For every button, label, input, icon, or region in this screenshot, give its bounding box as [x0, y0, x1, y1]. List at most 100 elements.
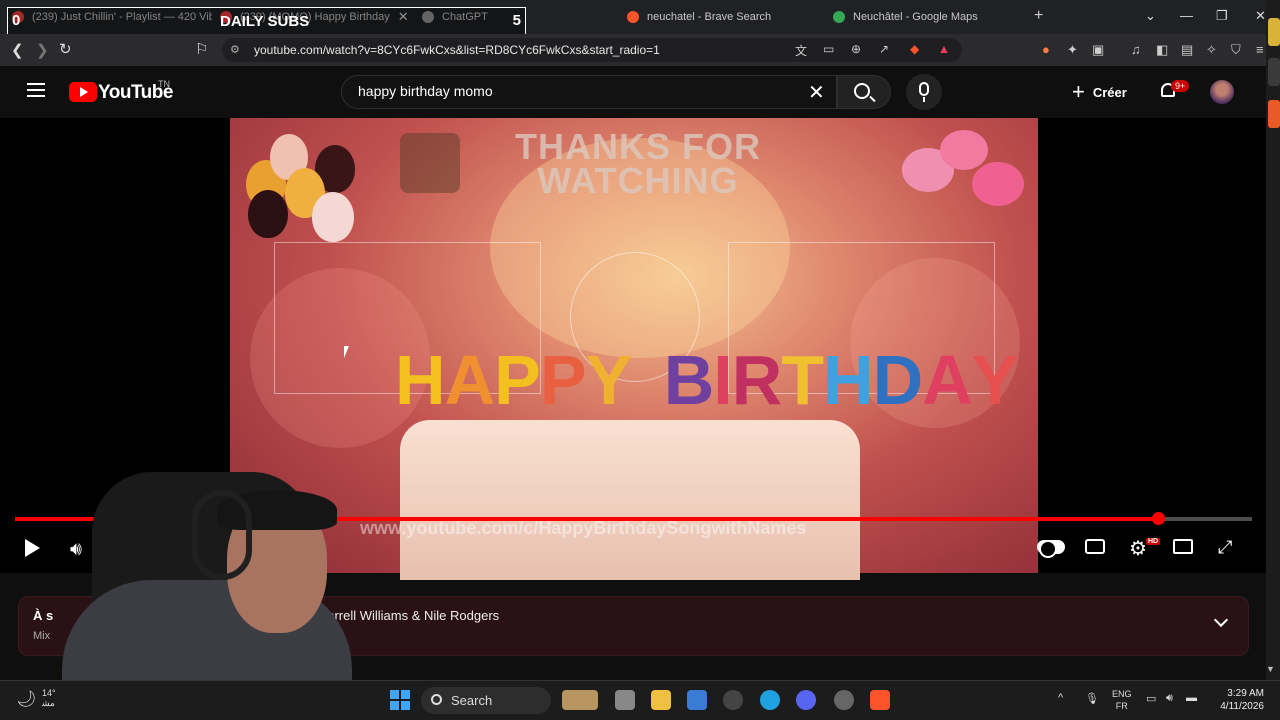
channel-watermark: www.youtube.com/c/HappyBirthdaySongwithN…: [360, 518, 807, 538]
music-note-icon[interactable]: ♫: [1131, 42, 1141, 57]
bookmark-icon[interactable]: ⚐: [195, 40, 208, 58]
url-text: youtube.com/watch?v=8CYc6FwkCxs&list=RD8…: [254, 43, 660, 57]
country-code: TN: [158, 79, 170, 89]
zoom-icon[interactable]: ⊕: [851, 42, 861, 56]
happy-birthday-banner: HAPPY BIRTHDAY: [395, 341, 1018, 419]
scroll-down-arrow-icon[interactable]: ▼: [1266, 664, 1275, 674]
wallet-icon[interactable]: ▤: [1181, 42, 1193, 58]
forward-icon[interactable]: ❯: [36, 41, 49, 59]
translate-icon[interactable]: 文: [795, 42, 807, 59]
search-box[interactable]: [341, 75, 837, 109]
extension-icon[interactable]: ●: [1042, 42, 1050, 57]
clear-search-icon[interactable]: ✕: [808, 80, 825, 105]
widgets-icon[interactable]: [562, 690, 598, 710]
task-view-icon[interactable]: [615, 690, 635, 710]
brave-favicon-icon: [627, 11, 639, 23]
battery-icon[interactable]: ▬: [1186, 692, 1197, 704]
weather-moon-icon[interactable]: 🌙︎: [16, 689, 36, 709]
tab-google-maps[interactable]: Neuchâtel - Google Maps: [833, 4, 1023, 30]
app-icon[interactable]: [723, 690, 743, 710]
windows-start-icon[interactable]: [390, 690, 410, 710]
balloon-decoration: [312, 192, 354, 242]
sidebar-icon[interactable]: ◧: [1156, 42, 1168, 58]
store-icon[interactable]: [687, 690, 707, 710]
network-icon[interactable]: ▭: [1146, 692, 1156, 705]
headset-image: [192, 490, 252, 580]
minimize-icon[interactable]: —: [1180, 8, 1193, 23]
language-indicator[interactable]: ENG FR: [1112, 688, 1132, 712]
sidebar-panel-icon[interactable]: ▣: [1092, 42, 1104, 58]
browser-menu-icon[interactable]: ≡: [1256, 42, 1264, 57]
microphone-icon: [919, 82, 929, 96]
settings-gear-icon[interactable]: ⚙: [1129, 536, 1147, 561]
heart-balloon-decoration: [972, 162, 1024, 206]
tab-list-chevron-icon[interactable]: ⌄: [1145, 8, 1156, 24]
avatar[interactable]: [1210, 80, 1234, 104]
hamburger-menu-icon[interactable]: [27, 83, 45, 97]
weather-temp: 14° ﻣﺸ: [42, 688, 56, 708]
right-count: 5: [512, 12, 521, 29]
voice-search-button[interactable]: [906, 74, 942, 110]
balloon-decoration: [248, 190, 288, 238]
address-bar[interactable]: ⚙ youtube.com/watch?v=8CYc6FwkCxs&list=R…: [222, 38, 962, 62]
tab-title: neuchatel - Brave Search: [647, 11, 772, 23]
leo-ai-icon[interactable]: ✧: [1206, 42, 1217, 58]
side-app-icon[interactable]: [1268, 58, 1280, 86]
site-info-icon[interactable]: ⚙: [230, 43, 240, 56]
scrubber-handle[interactable]: [1151, 512, 1165, 525]
subtitles-icon[interactable]: [1085, 539, 1105, 554]
heart-balloon-decoration: [940, 130, 988, 170]
create-label: Créer: [1092, 84, 1127, 100]
create-button[interactable]: + Créer: [1066, 78, 1140, 106]
back-icon[interactable]: ❮: [11, 41, 24, 59]
webcam-overlay: [62, 450, 352, 690]
tab-brave-search[interactable]: neuchatel - Brave Search: [627, 4, 817, 30]
cast-icon[interactable]: ▭: [823, 42, 834, 56]
microphone-icon[interactable]: 🎙︎: [1085, 692, 1099, 705]
endcard-title: THANKS FOR WATCHING: [515, 126, 761, 201]
file-explorer-icon[interactable]: [651, 690, 671, 710]
play-icon[interactable]: [25, 539, 40, 557]
speaker-icon[interactable]: 🔊︎: [1166, 692, 1173, 705]
notification-badge: 9+: [1171, 80, 1190, 92]
tray-chevron-icon[interactable]: ^: [1058, 692, 1063, 704]
discord-icon[interactable]: [796, 690, 816, 710]
search-icon: [431, 694, 442, 705]
mouse-cursor-icon: [344, 346, 354, 358]
taskbar-search[interactable]: Search: [421, 687, 551, 714]
search-button[interactable]: [837, 75, 891, 109]
cake-image: [400, 420, 860, 580]
share-icon[interactable]: ↗: [879, 42, 889, 56]
app-icon[interactable]: [834, 690, 854, 710]
edge-icon[interactable]: [760, 690, 780, 710]
plus-icon: +: [1072, 79, 1085, 104]
hd-badge: HD: [1146, 538, 1161, 545]
mix-title: À s: [33, 608, 54, 623]
reload-icon[interactable]: ↻: [59, 40, 72, 58]
left-count: 0: [12, 12, 21, 29]
brave-icon[interactable]: [870, 690, 890, 710]
autoplay-toggle[interactable]: [1037, 540, 1065, 558]
brave-rewards-icon[interactable]: ▲: [938, 42, 950, 56]
fullscreen-icon[interactable]: ⤢: [1218, 537, 1232, 558]
like-thumb-icon: [400, 133, 460, 193]
brave-shields-icon[interactable]: ◆: [910, 42, 919, 56]
clock[interactable]: 3:29 AM 4/11/2026: [1212, 687, 1264, 713]
search-input[interactable]: [358, 83, 798, 99]
theater-mode-icon[interactable]: [1173, 539, 1193, 554]
vpn-icon[interactable]: ⛉: [1231, 42, 1241, 58]
daily-subs-overlay: 0 DAILY SUBS 5: [7, 7, 526, 36]
mix-subtitle: Mix: [33, 630, 51, 642]
side-app-icon[interactable]: [1268, 100, 1280, 128]
taskbar-search-label: Search: [451, 693, 493, 708]
youtube-logo-icon[interactable]: [69, 82, 97, 102]
close-window-icon[interactable]: ✕: [1255, 8, 1266, 24]
tab-title: Neuchâtel - Google Maps: [853, 11, 978, 23]
search-icon: [854, 83, 870, 99]
maximize-icon[interactable]: ❐: [1216, 8, 1228, 24]
side-app-icon[interactable]: [1268, 18, 1280, 46]
maps-favicon-icon: [833, 11, 845, 23]
extensions-puzzle-icon[interactable]: ✦: [1067, 42, 1078, 58]
overlay-label: DAILY SUBS: [220, 13, 310, 30]
new-tab-icon[interactable]: +: [1034, 7, 1043, 25]
